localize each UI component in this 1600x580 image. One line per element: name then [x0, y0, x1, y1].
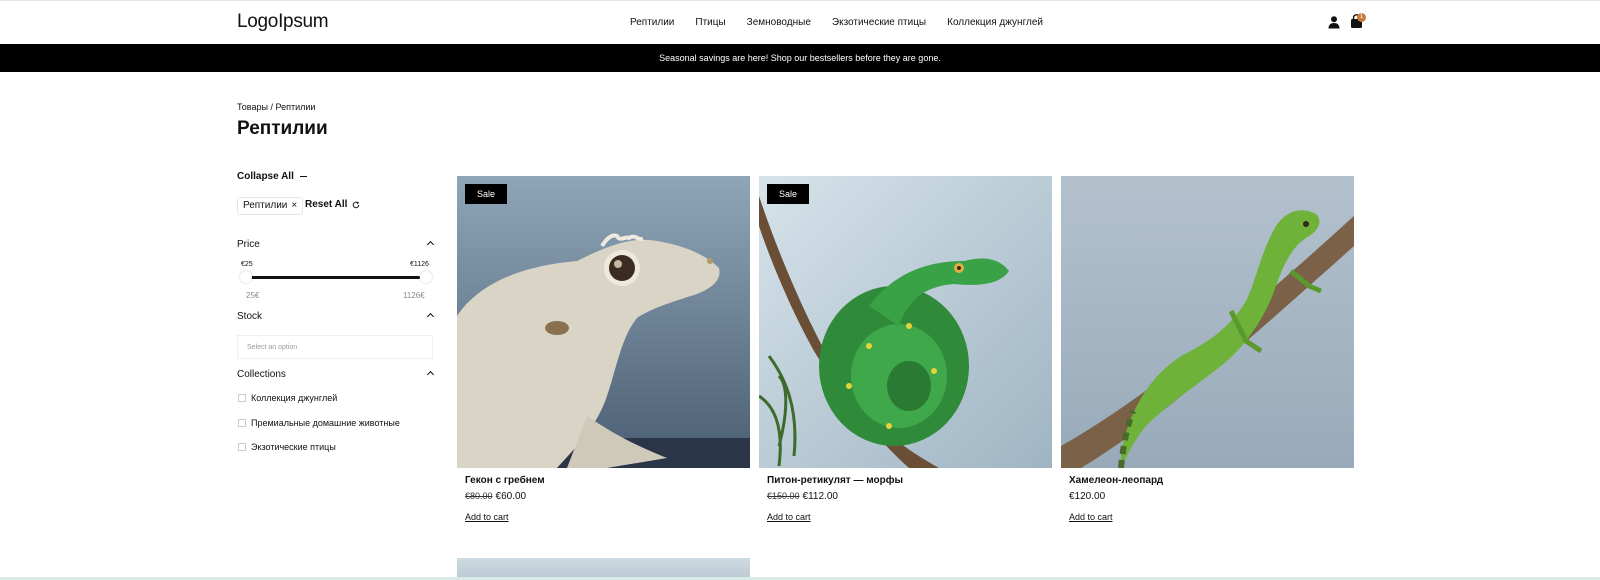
breadcrumb: Товары / Рептилии: [237, 102, 315, 112]
collection-option-label: Экзотические птицы: [251, 442, 336, 452]
promo-banner: Seasonal savings are here! Shop our best…: [0, 44, 1600, 72]
nav-item-birds[interactable]: Птицы: [695, 17, 725, 28]
checkbox[interactable]: [238, 419, 246, 427]
site-header: LogoIpsum Рептилии Птицы Земноводные Экз…: [0, 0, 1600, 44]
product-name[interactable]: Гекон с гребнем: [465, 475, 545, 486]
nav-item-exotic-birds[interactable]: Экзотические птицы: [832, 17, 926, 28]
main-nav: Рептилии Птицы Земноводные Экзотические …: [630, 17, 1064, 28]
product-price: €80.00 €60.00: [465, 491, 526, 502]
product-image[interactable]: Sale: [759, 176, 1052, 468]
close-icon[interactable]: ×: [291, 198, 297, 214]
product-current-price: €120.00: [1069, 491, 1106, 502]
price-slider-max-handle[interactable]: [420, 271, 432, 283]
chevron-up-icon: [426, 370, 435, 379]
filter-price-label: Price: [237, 239, 260, 250]
price-range-max: 1126€: [403, 291, 425, 300]
product-name[interactable]: Питон-ретикулят — морфы: [767, 475, 903, 486]
collapse-all-button[interactable]: Collapse All: [237, 171, 307, 182]
product-current-price: €60.00: [495, 491, 527, 502]
add-to-cart-button[interactable]: Add to cart: [1069, 512, 1113, 522]
page-title: Рептилии: [237, 118, 328, 139]
product-old-price: €80.00: [465, 491, 493, 501]
product-price: €150.00 €112.00: [767, 491, 838, 502]
collection-option-premium-pets[interactable]: Премиальные домашние животные: [238, 418, 400, 428]
product-old-price: €150.00: [767, 491, 800, 501]
collapse-all-label: Collapse All: [237, 171, 294, 182]
add-to-cart-button[interactable]: Add to cart: [767, 512, 811, 522]
product-image[interactable]: Sale: [457, 176, 750, 468]
filter-stock-label: Stock: [237, 311, 263, 322]
nav-item-amphibians[interactable]: Земноводные: [747, 17, 811, 28]
collection-option-jungle[interactable]: Коллекция джунглей: [238, 393, 337, 403]
minus-icon: [299, 175, 307, 178]
breadcrumb-current: Рептилии: [275, 102, 316, 112]
filter-price-toggle[interactable]: Price: [237, 239, 435, 250]
active-filter-chip[interactable]: Рептилии ×: [237, 197, 304, 215]
price-range-min: 25€: [246, 291, 260, 300]
filter-collections-toggle[interactable]: Collections: [237, 369, 435, 380]
collection-option-label: Коллекция джунглей: [251, 393, 338, 403]
price-max-value: €1126: [410, 261, 429, 268]
breadcrumb-root[interactable]: Товары: [237, 102, 268, 112]
python-image: [759, 176, 1052, 468]
cart-count-badge: 1: [1357, 13, 1366, 22]
price-slider-min-handle[interactable]: [240, 271, 252, 283]
checkbox[interactable]: [238, 394, 246, 402]
active-filter-label: Рептилии: [243, 200, 288, 211]
reset-all-button[interactable]: Reset All: [305, 199, 360, 210]
product-image[interactable]: [1061, 176, 1354, 468]
checkbox[interactable]: [238, 443, 246, 451]
product-name[interactable]: Хамелеон-леопард: [1069, 475, 1163, 486]
product-current-price: €112.00: [802, 491, 838, 502]
collection-option-label: Премиальные домашние животные: [251, 418, 400, 428]
nav-item-reptiles[interactable]: Рептилии: [630, 17, 674, 28]
collection-option-exotic-birds[interactable]: Экзотические птицы: [238, 442, 336, 452]
sale-badge: Sale: [465, 184, 508, 204]
reset-all-label: Reset All: [305, 199, 348, 210]
add-to-cart-button[interactable]: Add to cart: [465, 512, 509, 522]
user-icon[interactable]: [1327, 15, 1341, 29]
filter-collections-label: Collections: [237, 369, 286, 380]
gecko-image: [457, 176, 750, 468]
refresh-icon: [353, 200, 360, 208]
price-slider-track[interactable]: [246, 276, 420, 279]
chevron-up-icon: [426, 240, 435, 249]
price-min-value: €25: [241, 261, 253, 268]
iguana-image: [1061, 176, 1354, 468]
filter-stock-toggle[interactable]: Stock: [237, 311, 435, 322]
sale-badge: Sale: [767, 184, 810, 204]
nav-item-jungle-collection[interactable]: Коллекция джунглей: [947, 17, 1043, 28]
logo[interactable]: LogoIpsum: [237, 11, 329, 33]
chevron-up-icon: [426, 312, 435, 321]
product-price: €120.00: [1069, 491, 1105, 502]
stock-select[interactable]: Select an option: [237, 335, 433, 359]
